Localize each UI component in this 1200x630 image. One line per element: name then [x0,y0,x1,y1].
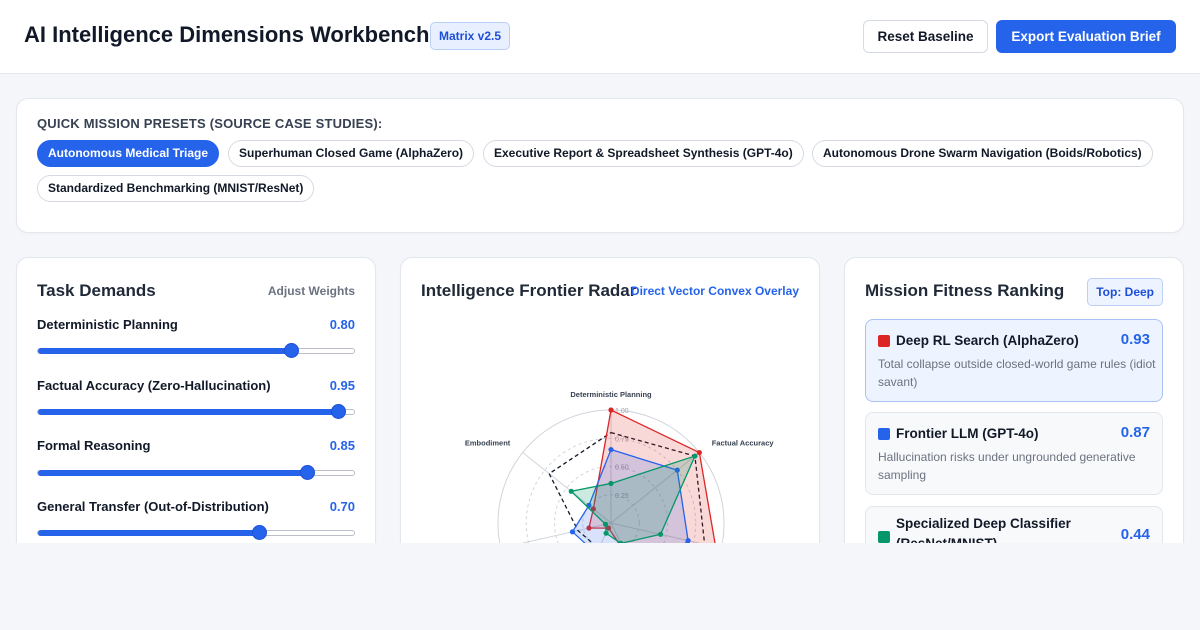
slider-thumb[interactable] [252,525,268,540]
demand-label-transfer: General Transfer (Out-of-Distribution) [37,499,269,514]
radar-point [603,530,609,536]
series-swatch [878,428,890,440]
slider-fill [38,470,307,476]
demand-value-planning: 0.80 [329,317,355,332]
demand-value-factual: 0.95 [329,378,355,393]
radar-point [692,453,698,459]
slider-thumb[interactable] [283,343,299,358]
radar-point [568,488,574,494]
demand-value-formal: 0.85 [329,438,355,453]
top-badge: Top: Deep [1087,278,1163,306]
rank-item-llm[interactable]: Frontier LLM (GPT-4o) 0.87 Hallucination… [865,412,1163,495]
slider-fill [38,348,291,354]
radar-point [608,480,614,487]
slider-fill [38,409,339,415]
radar-point [602,521,609,527]
presets-label: QUICK MISSION PRESETS (SOURCE CASE STUDI… [37,116,383,131]
preset-chip-benchmarking[interactable]: Standardized Benchmarking (MNIST/ResNet) [37,175,315,202]
rank-score: 0.87 [1120,424,1150,441]
radar-axis-label: Embodiment [465,439,511,448]
ranking-title: Mission Fitness Ranking [865,281,1065,300]
export-evaluation-button[interactable]: Export Evaluation Brief [996,20,1176,53]
preset-chip-drone-swarm[interactable]: Autonomous Drone Swarm Navigation (Boids… [812,140,1153,167]
rank-item-deep-rl[interactable]: Deep RL Search (AlphaZero) 0.93 Total co… [865,319,1163,402]
demand-slider-factual[interactable] [37,404,355,419]
version-badge: Matrix v2.5 [430,22,511,50]
rank-description: Total collapse outside closed-world game… [878,357,1156,389]
demand-value-transfer: 0.70 [329,499,355,514]
rank-score: 0.44 [1120,526,1150,543]
mission-presets-card: QUICK MISSION PRESETS (SOURCE CASE STUDI… [16,98,1184,233]
demand-slider-formal[interactable] [37,465,355,480]
slider-fill [38,530,260,536]
app-title: AI Intelligence Dimensions Workbench [24,22,430,47]
demand-label-planning: Deterministic Planning [37,317,178,332]
radar-point [608,446,614,453]
radar-axis-label: Deterministic Planning [570,390,652,399]
rank-name: Deep RL Search (AlphaZero) [896,333,1079,348]
preset-chip-report-synthesis[interactable]: Executive Report & Spreadsheet Synthesis… [483,140,804,167]
demand-slider-transfer[interactable] [37,525,355,540]
series-swatch [878,335,890,347]
radar-point [608,407,614,413]
adjust-weights-label: Adjust Weights [267,284,355,298]
viewport-bottom-blank [0,543,1200,630]
reset-baseline-button[interactable]: Reset Baseline [863,20,988,53]
task-demands-title: Task Demands [37,281,156,300]
rank-name: Frontier LLM (GPT-4o) [896,426,1039,441]
slider-thumb[interactable] [299,465,315,480]
demand-label-factual: Factual Accuracy (Zero-Hallucination) [37,378,271,393]
app-header: AI Intelligence Dimensions Workbench Mat… [0,0,1200,74]
preset-chip-closed-game[interactable]: Superhuman Closed Game (AlphaZero) [228,140,475,167]
radar-point [696,449,702,456]
preset-chip-medical-triage[interactable]: Autonomous Medical Triage [37,140,220,167]
radar-point [569,529,576,535]
series-swatch [878,531,890,543]
radar-point [657,531,664,537]
radar-axis-label: Factual Accuracy [712,439,775,448]
rank-description: Hallucination risks under ungrounded gen… [878,450,1136,482]
demand-slider-planning[interactable] [37,343,355,358]
slider-thumb[interactable] [331,404,347,419]
rank-score: 0.93 [1120,331,1150,348]
demand-label-formal: Formal Reasoning [37,438,151,453]
